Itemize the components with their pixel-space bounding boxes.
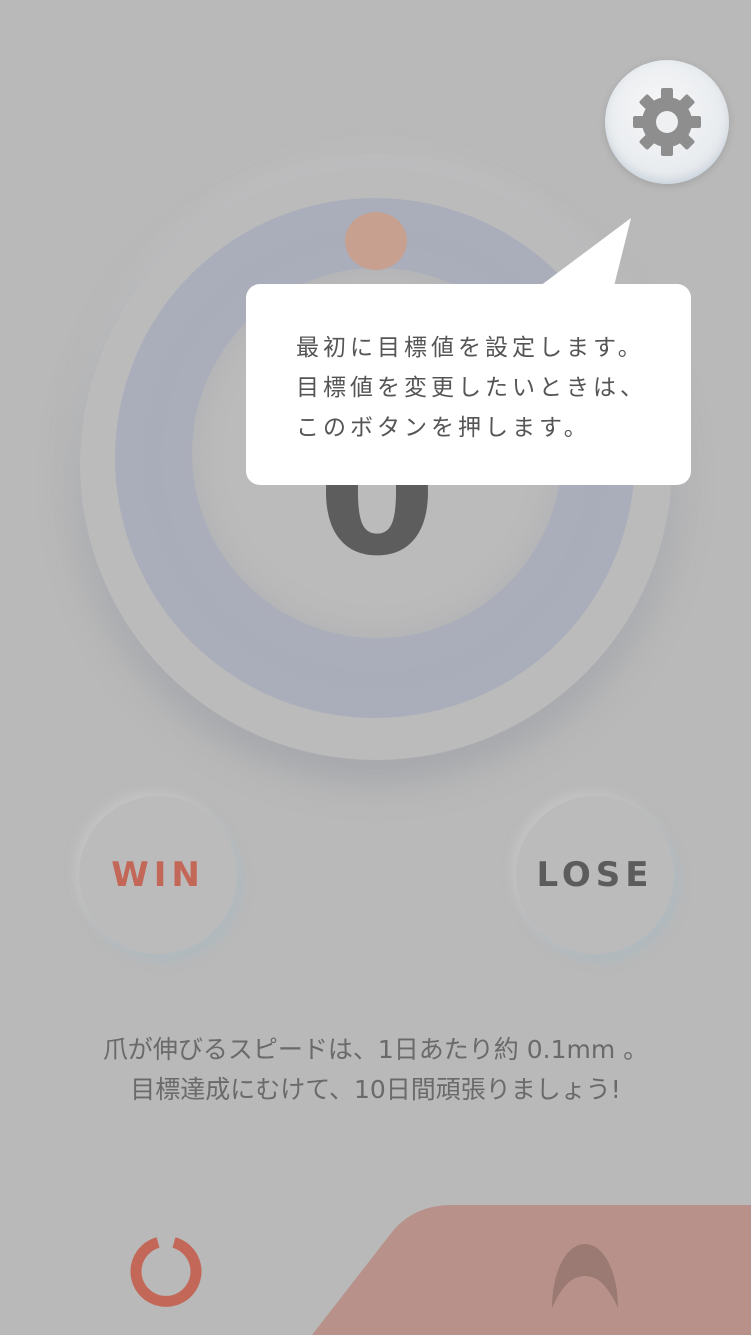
settings-button[interactable]: [605, 60, 729, 184]
tooltip-line: 最初に目標値を設定します。: [296, 335, 645, 361]
info-text: 爪が伸びるスピードは、1日あたり約 0.1mm 。 目標達成にむけて、10日間頑…: [40, 1030, 711, 1110]
tooltip-tail: [540, 218, 631, 286]
nail-arch-icon[interactable]: [548, 1242, 622, 1310]
tooltip-line: 目標値を変更したいときは、: [296, 375, 647, 401]
tooltip-text: 最初に目標値を設定します。 目標値を変更したいときは、 このボタンを押します。: [296, 328, 676, 448]
info-line-1: 爪が伸びるスピードは、1日あたり約 0.1mm 。: [102, 1035, 649, 1064]
gear-icon: [633, 88, 701, 156]
win-button[interactable]: WIN: [79, 796, 237, 954]
dial-handle[interactable]: [345, 212, 407, 270]
reset-ring-icon[interactable]: [128, 1234, 204, 1310]
tooltip-line: このボタンを押します。: [296, 415, 591, 441]
lose-button[interactable]: LOSE: [516, 796, 674, 954]
info-line-2: 目標達成にむけて、10日間頑張りましょう!: [130, 1075, 621, 1104]
app-screen: 0 最初に目標値を設定します。 目標値を変更したいときは、 このボタンを押します…: [0, 0, 751, 1335]
